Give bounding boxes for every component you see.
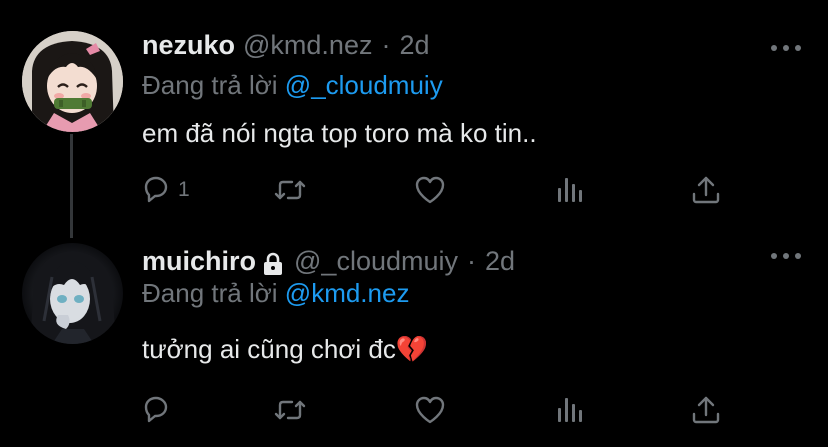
thread-line xyxy=(70,134,73,238)
views-icon xyxy=(558,178,582,202)
action-bar: 1 xyxy=(130,170,730,210)
retweet-icon xyxy=(274,180,306,200)
more-button[interactable] xyxy=(770,246,802,266)
more-button[interactable] xyxy=(770,38,802,58)
tweet[interactable]: nezuko @kmd.nez · 2d Đang trả lời @_clou… xyxy=(0,0,828,238)
tweet[interactable]: muichiro @_cloudmuiy · 2d Đang trả lời @… xyxy=(0,238,828,447)
replying-label: Đang trả lời xyxy=(142,70,278,100)
reply-icon xyxy=(144,396,168,423)
reply-button[interactable] xyxy=(142,390,178,430)
retweet-button[interactable] xyxy=(274,170,306,210)
avatar-image xyxy=(22,243,123,344)
share-icon xyxy=(692,176,720,204)
share-button[interactable] xyxy=(690,170,722,210)
share-button[interactable] xyxy=(690,390,722,430)
tweet-header: muichiro @_cloudmuiy · 2d xyxy=(142,246,515,282)
tweet-header: nezuko @kmd.nez · 2d xyxy=(142,30,430,66)
action-bar xyxy=(130,390,730,430)
reply-count: 1 xyxy=(178,178,190,201)
separator-dot: · xyxy=(381,30,391,60)
views-button[interactable] xyxy=(554,390,586,430)
timestamp[interactable]: 2d xyxy=(485,246,515,277)
tweet-text: em đã nói ngta top toro mà ko tin.. xyxy=(142,118,537,148)
avatar[interactable] xyxy=(22,31,123,132)
like-button[interactable] xyxy=(414,390,446,430)
avatar[interactable] xyxy=(22,243,123,344)
like-icon xyxy=(415,176,445,204)
replying-to: Đang trả lời @_cloudmuiy xyxy=(142,70,443,101)
replying-mention[interactable]: @kmd.nez xyxy=(285,278,410,308)
avatar-image xyxy=(22,31,123,132)
more-icon xyxy=(771,45,801,51)
display-name[interactable]: nezuko xyxy=(142,30,235,61)
retweet-button[interactable] xyxy=(274,390,306,430)
replying-mention[interactable]: @_cloudmuiy xyxy=(285,70,443,100)
reply-icon xyxy=(144,176,168,203)
timestamp[interactable]: 2d xyxy=(399,30,429,61)
reply-button[interactable]: 1 xyxy=(142,170,190,210)
lock-icon xyxy=(264,252,283,275)
retweet-icon xyxy=(274,400,306,420)
separator-dot: · xyxy=(467,246,476,276)
replying-to: Đang trả lời @kmd.nez xyxy=(142,278,409,309)
display-name[interactable]: muichiro xyxy=(142,246,256,277)
user-handle[interactable]: @_cloudmuiy xyxy=(294,246,458,277)
like-icon xyxy=(415,396,445,424)
share-icon xyxy=(692,396,720,424)
like-button[interactable] xyxy=(414,170,446,210)
views-button[interactable] xyxy=(554,170,586,210)
views-icon xyxy=(558,398,582,422)
replying-label: Đang trả lời xyxy=(142,278,278,308)
user-handle[interactable]: @kmd.nez xyxy=(243,30,372,61)
tweet-text: tưởng ai cũng chơi đc💔 xyxy=(142,334,429,364)
more-icon xyxy=(771,253,801,259)
